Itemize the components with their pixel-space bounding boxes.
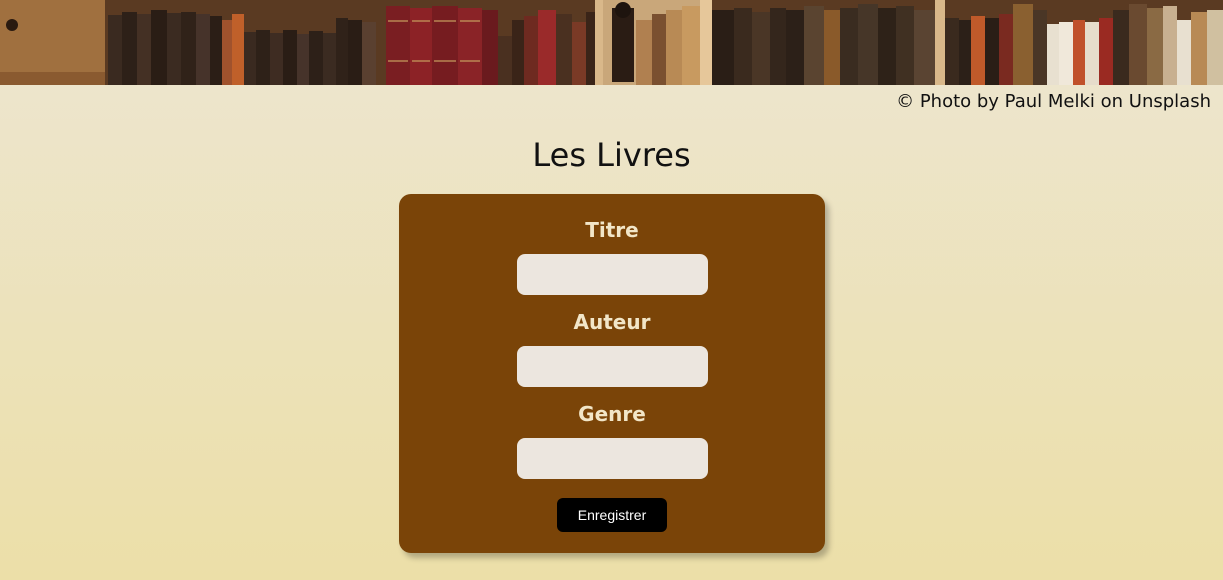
page-title: Les Livres (532, 136, 691, 174)
enregistrer-button[interactable]: Enregistrer (557, 498, 667, 532)
auteur-label: Auteur (573, 310, 651, 334)
genre-label: Genre (578, 402, 646, 426)
photo-credit: © Photo by Paul Melki on Unsplash (896, 91, 1211, 112)
auteur-input[interactable] (517, 346, 708, 387)
titre-input[interactable] (517, 254, 708, 295)
book-form: Titre Auteur Genre Enregistrer (399, 194, 825, 553)
genre-input[interactable] (517, 438, 708, 479)
bookshelf-banner-image (0, 0, 1223, 85)
titre-label: Titre (585, 218, 639, 242)
